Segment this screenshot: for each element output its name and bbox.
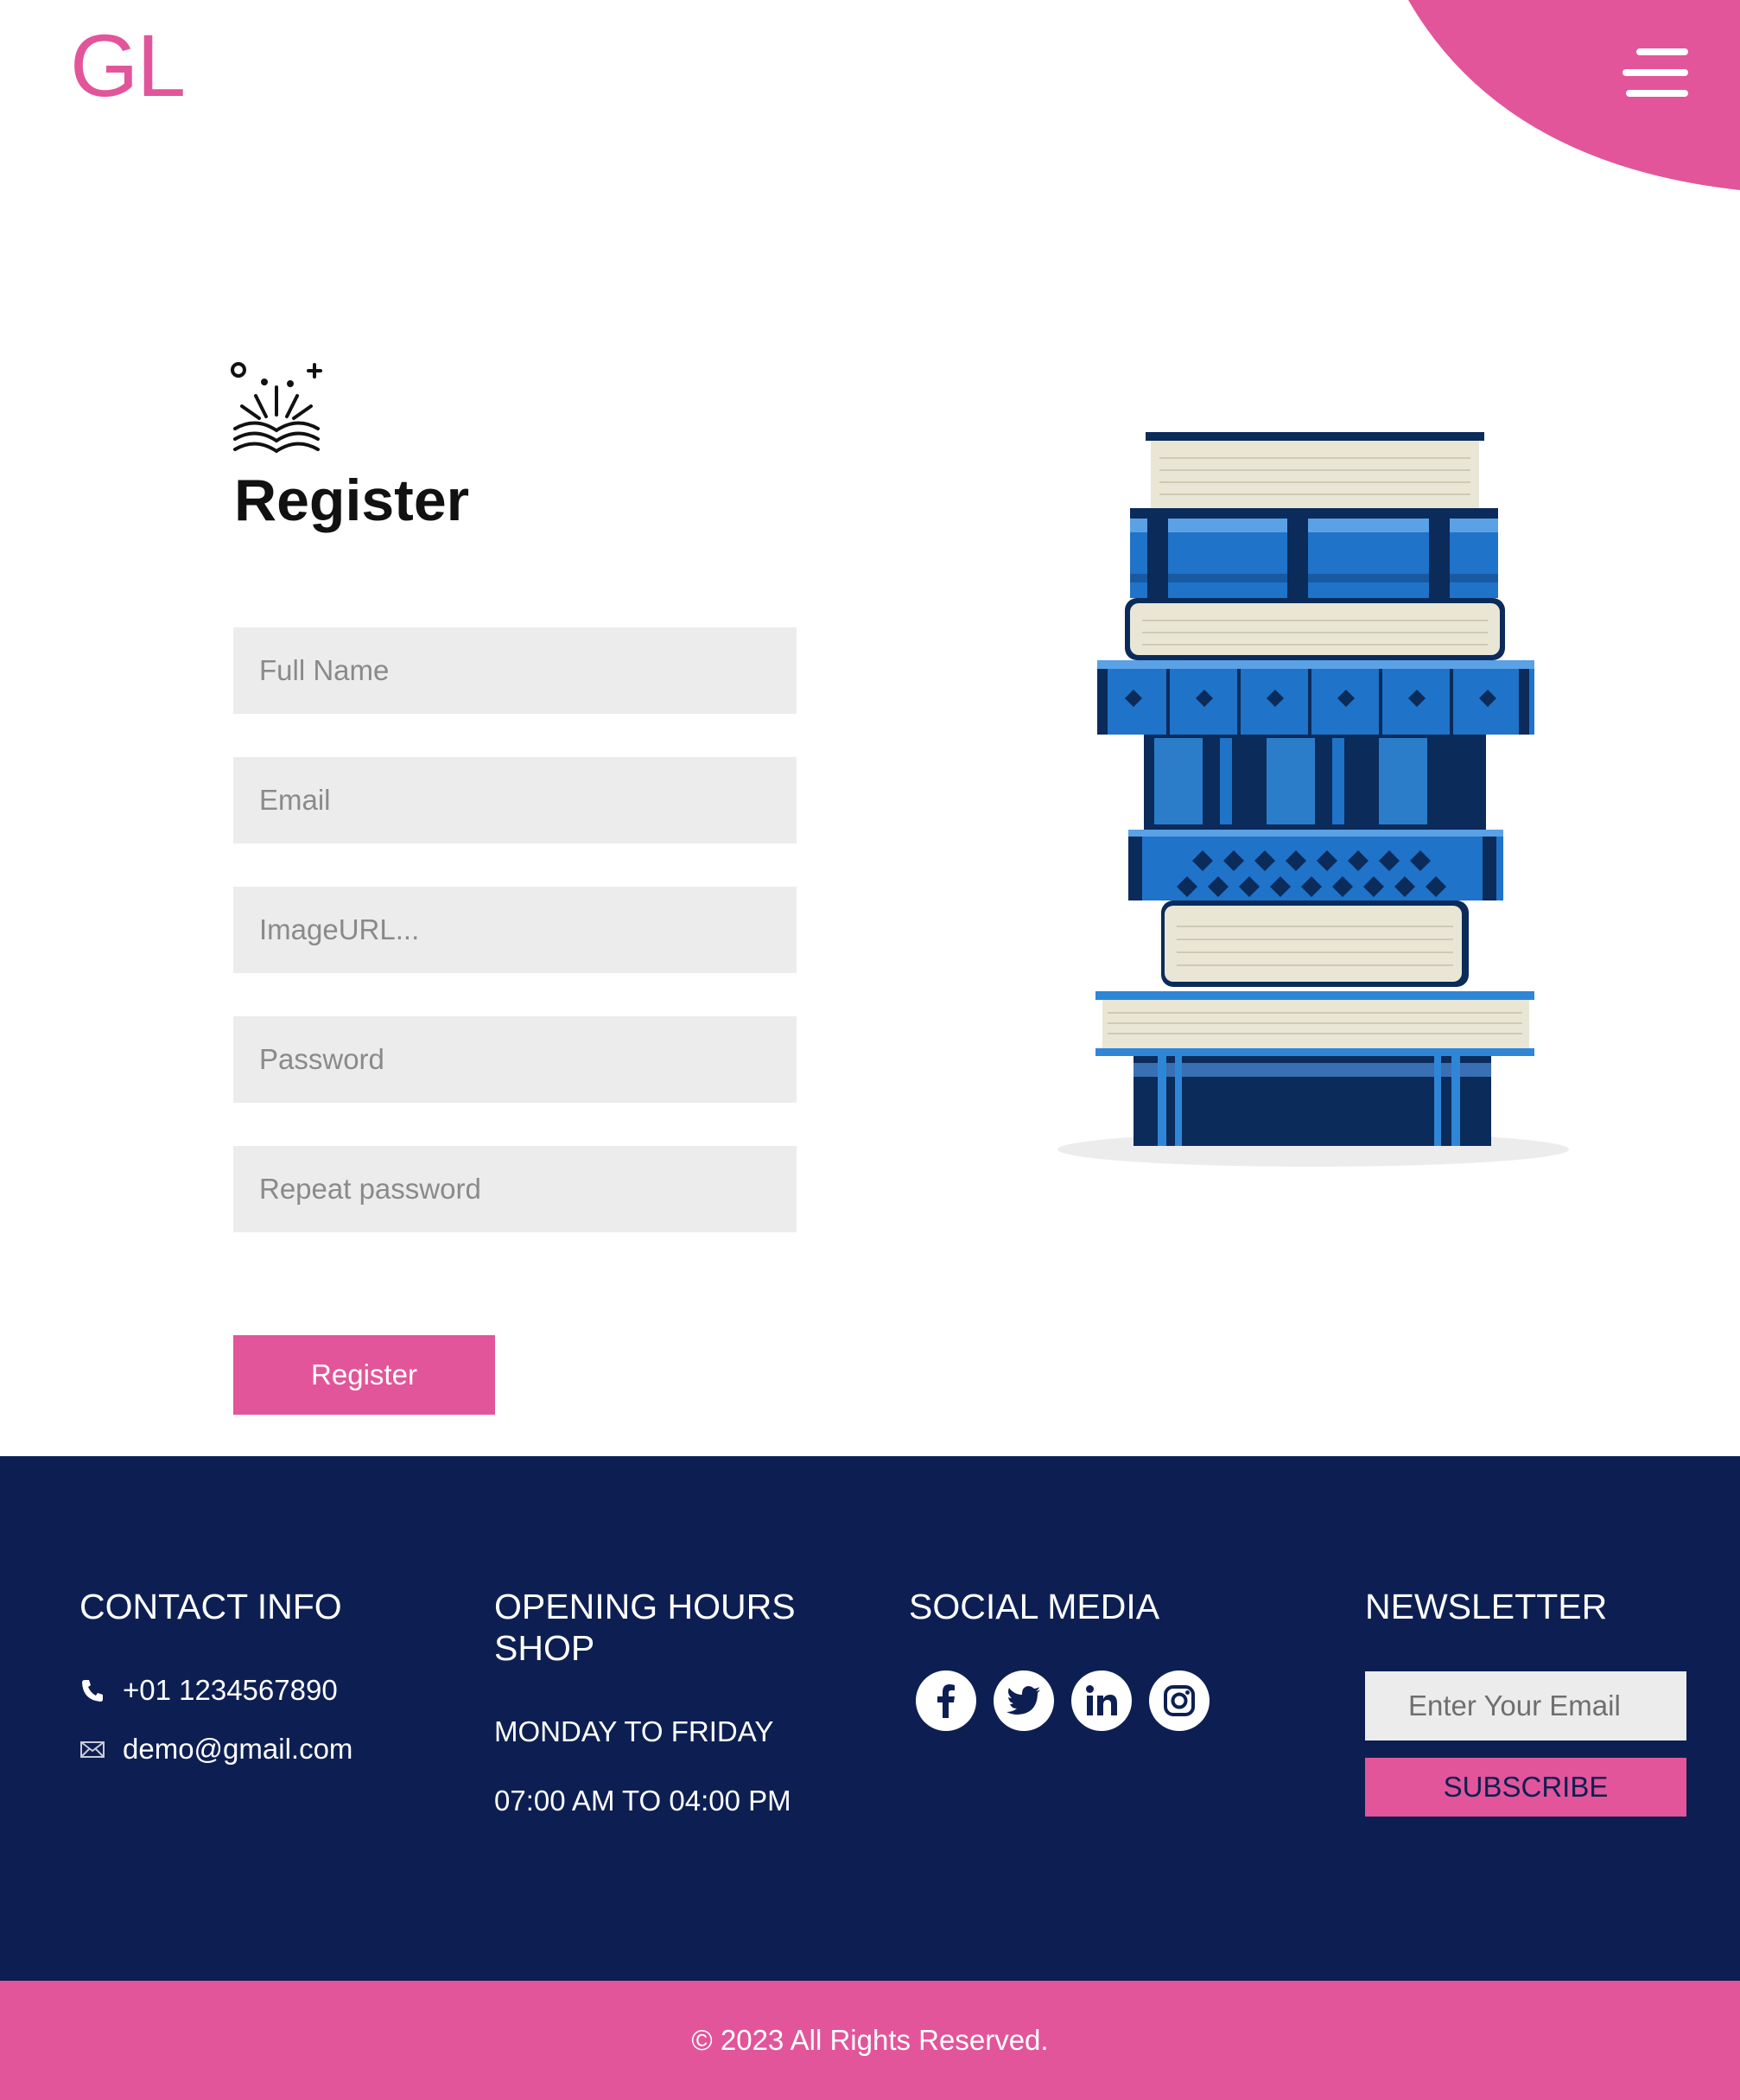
opening-hours-heading: OPENING HOURS SHOP (494, 1587, 796, 1668)
social-links (916, 1670, 1210, 1731)
password-input[interactable] (233, 1016, 797, 1103)
copyright-text: © 2023 All Rights Reserved. (691, 2024, 1049, 2056)
site-logo[interactable]: GL (70, 22, 186, 110)
phone-icon (82, 1680, 103, 1702)
twitter-icon[interactable] (994, 1670, 1054, 1731)
site-footer: CONTACT INFO +01 1234567890 demo@gmail.c… (0, 1456, 1740, 1981)
subscribe-button[interactable]: SUBSCRIBE (1365, 1758, 1686, 1817)
facebook-icon[interactable] (916, 1670, 976, 1731)
contact-email[interactable]: demo@gmail.com (79, 1733, 352, 1766)
opening-days: MONDAY TO FRIDAY (494, 1715, 774, 1747)
contact-phone[interactable]: +01 1234567890 (79, 1674, 338, 1707)
menu-icon[interactable] (1623, 47, 1688, 99)
newsletter-email-input[interactable] (1365, 1671, 1686, 1740)
email-text: demo@gmail.com (123, 1733, 353, 1765)
page-title: Register (234, 468, 470, 533)
open-book-icon (231, 362, 322, 454)
phone-text: +01 1234567890 (123, 1674, 338, 1706)
copyright-bar: © 2023 All Rights Reserved. (0, 1981, 1740, 2100)
social-media-heading: SOCIAL MEDIA (909, 1587, 1160, 1626)
image-url-input[interactable] (233, 887, 797, 973)
instagram-icon[interactable] (1149, 1670, 1210, 1731)
linkedin-icon[interactable] (1071, 1670, 1132, 1731)
opening-time: 07:00 AM TO 04:00 PM (494, 1785, 791, 1817)
register-button[interactable]: Register (233, 1335, 495, 1415)
mail-icon (80, 1741, 105, 1758)
repeat-password-input[interactable] (233, 1146, 797, 1232)
full-name-input[interactable] (233, 627, 797, 714)
book-stack-illustration (1057, 432, 1569, 1167)
email-input[interactable] (233, 757, 797, 843)
corner-decoration (1408, 0, 1740, 190)
contact-info-heading: CONTACT INFO (79, 1587, 342, 1626)
newsletter-heading: NEWSLETTER (1365, 1587, 1608, 1626)
